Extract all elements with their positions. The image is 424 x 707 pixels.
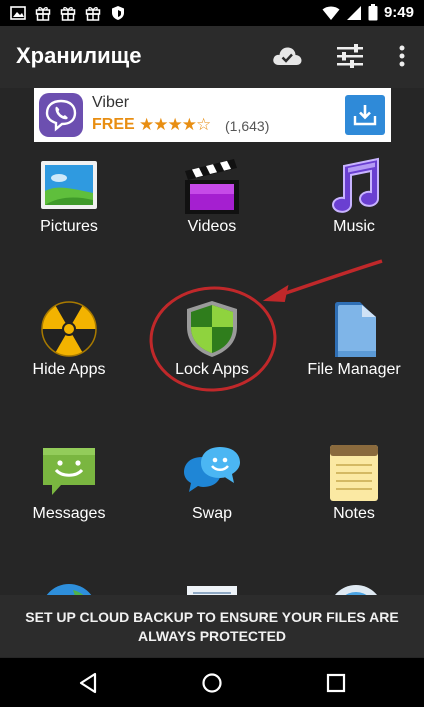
grid-item-label: Music: [333, 218, 375, 235]
gift-icon: [35, 7, 51, 21]
grid-item-label: Lock Apps: [175, 361, 249, 378]
grid-item-music[interactable]: Music: [284, 156, 424, 276]
ad-install-button[interactable]: [345, 95, 385, 135]
gift-icon: [60, 7, 76, 21]
ad-rating-count: (1,643): [225, 118, 270, 134]
viber-app-icon: [39, 93, 83, 137]
storage-content: Viber FREE ★★★★☆ (1,643) Pictures Videos…: [0, 88, 424, 658]
battery-icon: [368, 4, 378, 21]
ad-price: FREE: [92, 116, 135, 133]
signal-icon: [346, 5, 361, 20]
grid-item-label: Hide Apps: [32, 361, 106, 378]
back-button[interactable]: [73, 668, 103, 698]
wifi-icon: [322, 6, 340, 20]
app-bar: Хранилище: [0, 26, 424, 88]
sliders-icon: [337, 44, 363, 68]
grid-item-hide-apps[interactable]: Hide Apps: [0, 299, 139, 419]
grid-item-label: Swap: [191, 505, 233, 522]
grid-item-label: File Manager: [307, 361, 401, 378]
page-title: Хранилище: [16, 43, 142, 68]
grid-item-notes[interactable]: Notes: [284, 443, 424, 563]
backup-snackbar[interactable]: SET UP CLOUD BACKUP TO ENSURE YOUR FILES…: [0, 595, 424, 657]
swap-icon: [184, 447, 240, 492]
grid-item-pictures[interactable]: Pictures: [0, 156, 139, 276]
hide-apps-icon: [41, 301, 97, 357]
status-bar: 9:49: [0, 0, 424, 26]
grid-item-swap[interactable]: Swap: [142, 443, 282, 563]
image-icon: [10, 6, 26, 20]
grid-item-label: Notes: [333, 505, 375, 522]
more-options-button[interactable]: [386, 40, 418, 72]
videos-icon: [185, 159, 239, 214]
filter-settings-button[interactable]: [334, 40, 366, 72]
cloud-sync-button[interactable]: [271, 40, 303, 72]
snackbar-message: SET UP CLOUD BACKUP TO ENSURE YOUR FILES…: [25, 609, 399, 644]
grid-item-lock-apps[interactable]: Lock Apps: [142, 299, 282, 419]
grid-item-label: Videos: [187, 218, 237, 235]
home-icon: [202, 673, 222, 693]
clock: 9:49: [383, 4, 414, 21]
download-icon: [353, 105, 377, 126]
shield-icon: [112, 6, 124, 20]
home-button[interactable]: [197, 668, 227, 698]
recents-button[interactable]: [321, 668, 351, 698]
notes-icon: [330, 445, 378, 501]
grid-item-label: Messages: [32, 505, 106, 522]
system-navigation-bar: [0, 658, 424, 707]
recents-icon: [326, 673, 346, 693]
ad-app-name: Viber: [92, 94, 130, 111]
cloud-check-icon: [273, 47, 302, 65]
ad-banner[interactable]: Viber FREE ★★★★☆ (1,643): [34, 88, 391, 142]
grid-item-label: Pictures: [40, 218, 98, 235]
back-icon: [79, 672, 97, 694]
grid-item-videos[interactable]: Videos: [142, 156, 282, 276]
messages-icon: [43, 448, 95, 495]
file-manager-icon: [335, 302, 376, 357]
lock-apps-icon: [187, 301, 237, 357]
grid-item-file-manager[interactable]: File Manager: [284, 299, 424, 419]
pictures-icon: [41, 161, 97, 209]
ad-rating-stars: ★★★★☆: [139, 115, 211, 134]
grid-item-messages[interactable]: Messages: [0, 443, 139, 563]
more-vertical-icon: [399, 45, 405, 67]
gift-icon: [85, 7, 101, 21]
music-icon: [332, 157, 379, 213]
